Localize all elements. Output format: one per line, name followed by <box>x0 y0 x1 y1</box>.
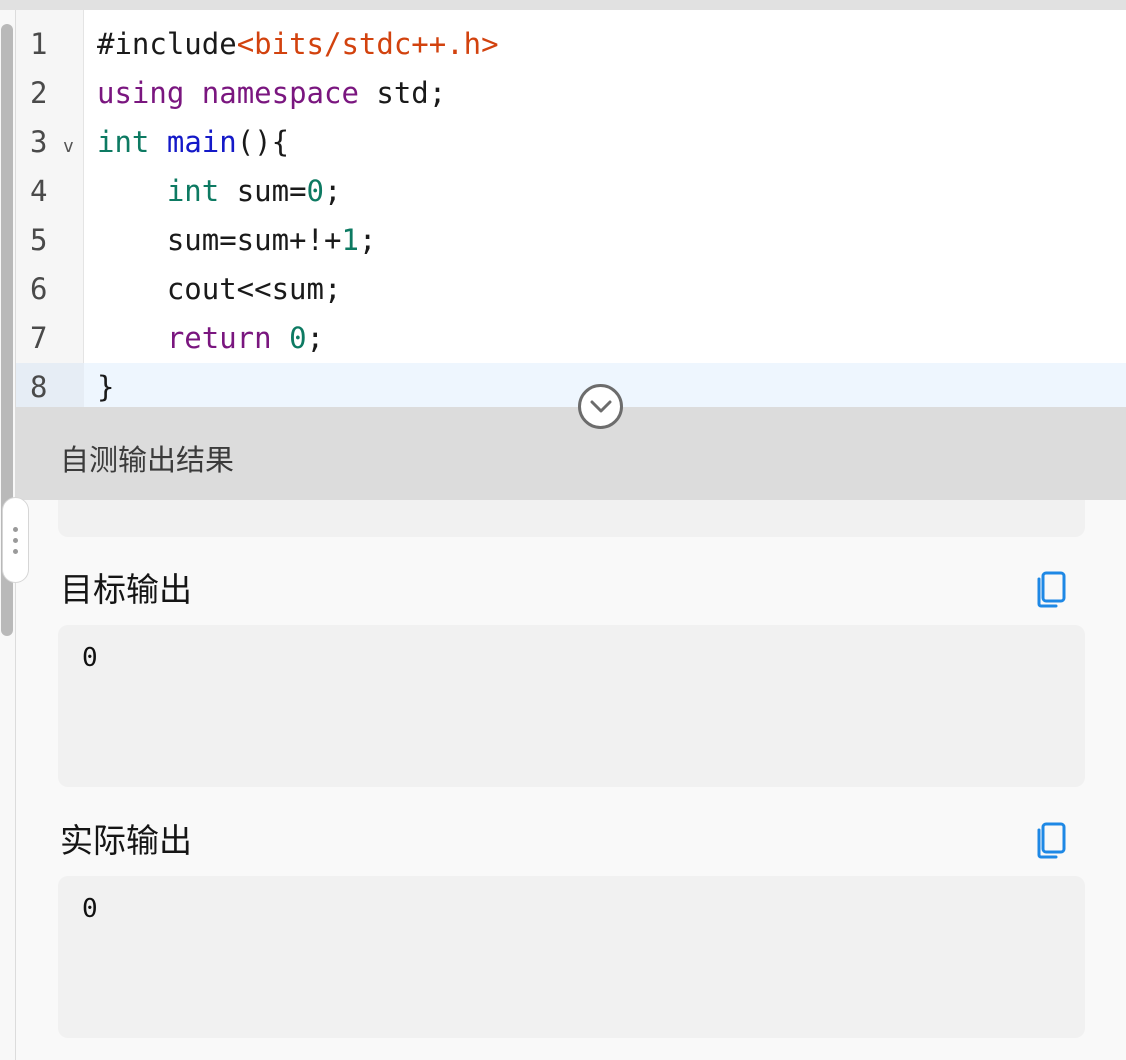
copy-actual-button[interactable] <box>1034 822 1068 860</box>
panel-resize-handle[interactable] <box>2 497 29 583</box>
code-token: sum= <box>219 174 307 208</box>
code-token: int <box>97 125 150 159</box>
line-number: 6 <box>30 272 48 306</box>
chevron-down-icon <box>590 400 611 412</box>
line-number: 8 <box>16 363 84 407</box>
line-number: 4 <box>30 174 48 208</box>
code-token: <bits/stdc++.h> <box>236 27 499 61</box>
results-panel: 目标输出 0 实际输出 0 <box>16 500 1126 1060</box>
code-line[interactable]: 2 using namespace std; <box>16 69 1126 118</box>
code-text: int main(){ <box>84 118 289 167</box>
expected-output-label: 目标输出 <box>60 571 192 608</box>
actual-output-box: 0 <box>58 876 1085 1038</box>
code-token: } <box>97 370 115 404</box>
code-text: return 0; <box>84 314 324 363</box>
code-line[interactable]: 5 sum=sum+!+1; <box>16 216 1126 265</box>
code-token: 0 <box>306 174 325 208</box>
code-token: 1 <box>341 223 359 257</box>
expected-output-value: 0 <box>82 643 98 673</box>
code-token: return <box>166 321 272 355</box>
code-line[interactable]: 8} <box>16 363 1126 407</box>
code-line[interactable]: 4 int sum=0; <box>16 167 1126 216</box>
code-token: using <box>97 76 185 110</box>
results-title: 自测输出结果 <box>60 445 235 477</box>
top-strip <box>0 0 1126 10</box>
code-token: 0 <box>289 321 307 355</box>
collapse-toggle-button[interactable] <box>578 384 623 429</box>
drag-handle-icon <box>13 537 18 543</box>
code-text: int sum=0; <box>84 167 342 216</box>
fold-toggle-icon[interactable]: v <box>63 122 74 171</box>
line-number: 7 <box>30 321 48 355</box>
results-header-bar[interactable]: 自测输出结果 <box>16 407 1126 500</box>
code-text: } <box>84 363 114 407</box>
copy-icon <box>1037 822 1066 859</box>
line-number: 5 <box>30 223 48 257</box>
code-token: main <box>166 125 237 159</box>
code-text: #include<bits/stdc++.h> <box>84 20 499 69</box>
code-line[interactable]: 3 v int main(){ <box>16 118 1126 167</box>
code-token: std; <box>358 76 447 110</box>
drag-handle-icon <box>13 526 18 532</box>
actual-output-label: 实际输出 <box>60 822 192 859</box>
code-token: cout<<sum; <box>97 272 342 306</box>
code-text: sum=sum+!+1; <box>84 216 377 265</box>
actual-output-value: 0 <box>82 894 98 924</box>
copy-icon <box>1037 571 1066 608</box>
code-text: using namespace std; <box>84 69 446 118</box>
code-token: namespace <box>201 76 359 110</box>
code-token: int <box>166 174 220 208</box>
expected-output-box: 0 <box>58 625 1085 787</box>
line-number: 1 <box>30 27 48 61</box>
line-number: 3v <box>16 118 84 167</box>
code-line[interactable]: 7 return 0; <box>16 314 1126 363</box>
copy-expected-button[interactable] <box>1034 571 1068 609</box>
code-text: cout<<sum; <box>84 265 342 314</box>
previous-output-box <box>58 500 1085 537</box>
code-line[interactable]: 1 #include<bits/stdc++.h> <box>16 20 1126 69</box>
code-token: sum=sum+!+ <box>97 223 342 257</box>
drag-handle-icon <box>13 548 18 554</box>
code-line[interactable]: 6 cout<<sum; <box>16 265 1126 314</box>
code-token: #include <box>97 27 237 61</box>
code-editor[interactable]: 1 #include<bits/stdc++.h> 2 using namespace… <box>16 10 1126 407</box>
code-token: ; <box>306 321 325 355</box>
code-token: ; <box>324 174 342 208</box>
line-number: 2 <box>30 76 48 110</box>
code-token: (){ <box>236 125 290 159</box>
code-token: ; <box>358 223 377 257</box>
